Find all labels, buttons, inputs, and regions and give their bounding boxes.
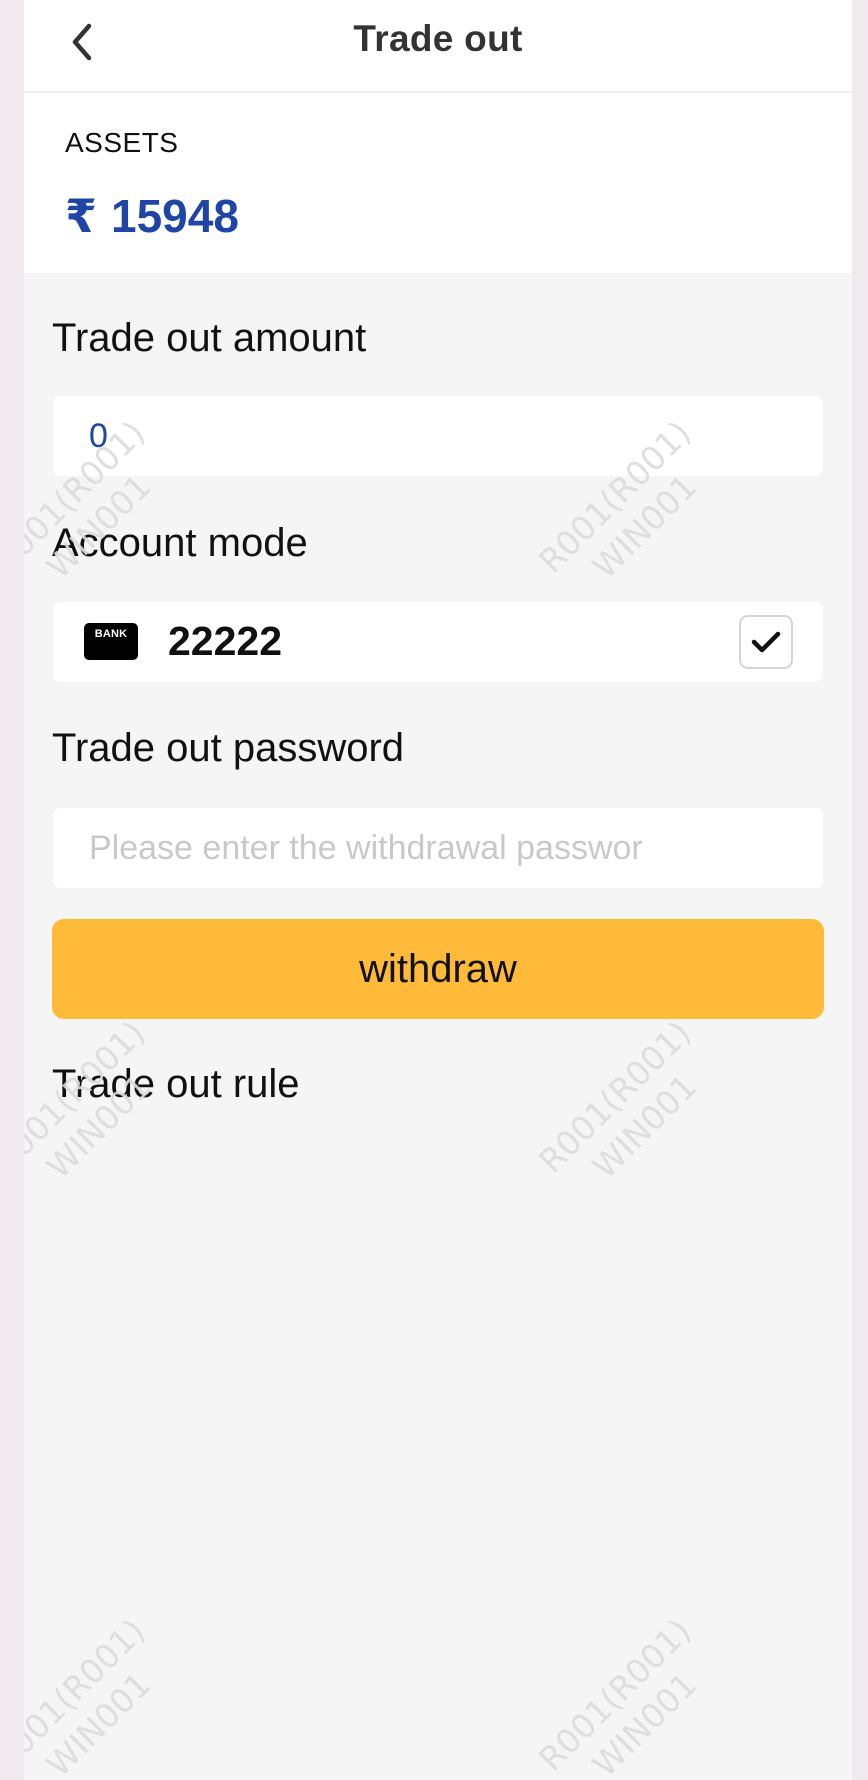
assets-label: ASSETS bbox=[65, 127, 179, 158]
top-bar: Trade out bbox=[24, 0, 852, 92]
trade-out-rule-label: Trade out rule bbox=[52, 1062, 300, 1106]
screen-edge bbox=[852, 0, 868, 1780]
assets-balance: ₹15948 bbox=[65, 189, 239, 243]
trade-out-amount-input[interactable] bbox=[53, 396, 823, 476]
trade-out-amount-label: Trade out amount bbox=[52, 316, 367, 360]
watermark: R001(R001) WIN001 bbox=[24, 1013, 159, 1187]
trade-out-password-label: Trade out password bbox=[52, 726, 405, 770]
watermark: R001(R001) WIN001 bbox=[531, 1013, 705, 1187]
watermark: R001(R001) WIN001 bbox=[531, 1611, 705, 1780]
check-icon bbox=[751, 631, 781, 653]
trade-out-screen: Trade out ASSETS ₹15948 Trade out amount… bbox=[24, 0, 852, 1780]
trade-out-amount-field[interactable] bbox=[53, 396, 823, 476]
account-number: 22222 bbox=[168, 618, 283, 664]
bank-card-icon: BANK bbox=[84, 623, 138, 660]
withdraw-button[interactable]: withdraw bbox=[52, 919, 824, 1019]
account-mode-label: Account mode bbox=[52, 521, 308, 565]
assets-amount: 15948 bbox=[111, 190, 239, 242]
trade-out-password-field[interactable] bbox=[53, 808, 823, 888]
page-title: Trade out bbox=[353, 18, 523, 59]
trade-out-password-input[interactable] bbox=[53, 808, 823, 888]
currency-symbol: ₹ bbox=[65, 190, 98, 242]
account-mode-selector[interactable]: BANK 22222 bbox=[53, 602, 823, 682]
account-checkbox[interactable] bbox=[739, 615, 793, 669]
assets-card: ASSETS ₹15948 bbox=[24, 93, 852, 273]
watermark: R001(R001) WIN001 bbox=[24, 1611, 159, 1780]
